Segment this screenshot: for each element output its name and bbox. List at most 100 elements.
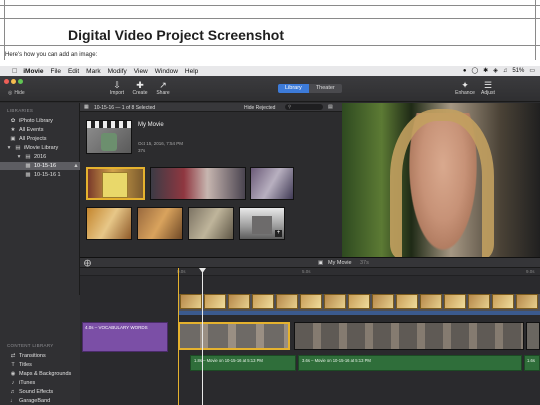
hide-rejected-menu[interactable]: Hide Rejected [244, 105, 275, 111]
tab-theater[interactable]: Theater [308, 84, 342, 93]
battery-icon[interactable]: ▭ [529, 67, 535, 74]
bluetooth-b-icon[interactable]: ✱ [483, 67, 488, 74]
sidebar-item-10-15-16[interactable]: ▩ 10-15-16 ▲ [0, 162, 80, 170]
menu-file[interactable]: File [50, 68, 60, 75]
wifi-icon[interactable]: ◈ [493, 67, 498, 74]
status-icons: ● ◯ ✱ ◈ ♫ 51% ▭ [463, 67, 535, 75]
menu-help[interactable]: Help [185, 68, 198, 75]
grid-icon[interactable]: ▦ [84, 104, 89, 110]
clock-icon[interactable]: ◯ [471, 67, 478, 74]
cutaway-frame[interactable] [276, 294, 298, 309]
clip-thumbnail[interactable]: + [239, 207, 285, 240]
menu-mark[interactable]: Mark [86, 68, 100, 75]
selected-video-clip[interactable] [178, 322, 290, 350]
cutaway-frame[interactable] [252, 294, 274, 309]
sliders-icon: ☰ [483, 80, 493, 90]
selection-status: 10-15-16 — 1 of 8 Selected [94, 105, 156, 111]
adjust-button[interactable]: ☰ Adjust [477, 80, 499, 96]
enhance-button[interactable]: ✦ Enhance [454, 80, 476, 96]
cutaway-frame[interactable] [492, 294, 514, 309]
create-button[interactable]: ✚ Create [129, 80, 151, 96]
audio-clip[interactable]: 1.6s [524, 355, 540, 371]
import-arrow-icon: ⇩ [113, 80, 121, 90]
sidebar-item-all-events[interactable]: ★ All Events [10, 126, 44, 134]
clip-thumbnail[interactable] [250, 167, 294, 200]
content-item-label: Titles [19, 362, 32, 368]
content-item-itunes[interactable]: ♪ iTunes [10, 379, 36, 387]
volume-icon[interactable]: ♫ [503, 68, 508, 74]
clip-thumbnail[interactable] [86, 167, 145, 200]
title-clip[interactable]: 4.0s – VOCABULARY WORDS [82, 322, 168, 352]
cutaway-frame[interactable] [228, 294, 250, 309]
content-item-garageband[interactable]: ♩ GarageBand [10, 397, 50, 405]
audio-clip[interactable]: 1.8s – Movie on 10-15-16 at 5:13 PM [190, 355, 296, 371]
menu-view[interactable]: View [134, 68, 148, 75]
cutaway-frame[interactable] [180, 294, 202, 309]
share-button[interactable]: ↗ Share [152, 80, 174, 96]
minimize-window-button[interactable] [11, 79, 16, 84]
clip-thumbnail[interactable] [150, 167, 246, 200]
clip-thumbnail[interactable] [86, 207, 132, 240]
tab-library[interactable]: Library [278, 84, 309, 93]
menu-app-name[interactable]: iMovie [23, 68, 43, 75]
content-item-label: Maps & Backgrounds [19, 371, 72, 377]
playhead[interactable] [202, 268, 203, 405]
add-clip-icon[interactable]: + [275, 230, 282, 237]
star-icon: ★ [10, 127, 16, 133]
cutaway-frame[interactable] [204, 294, 226, 309]
search-field[interactable]: ⚲ [285, 104, 323, 110]
cutaway-frame[interactable] [468, 294, 490, 309]
apple-icon[interactable]:  [12, 68, 17, 75]
sidebar-item-imovie-library[interactable]: ▾ ▤ iMovie Library [6, 144, 59, 152]
content-item-transitions[interactable]: ⇄ Transitions [10, 352, 46, 360]
close-window-button[interactable] [4, 79, 9, 84]
filmstrip-settings-icon[interactable]: ▤ [328, 104, 333, 110]
thumbnail-hand [101, 133, 117, 151]
divider [0, 45, 540, 46]
project-title-icon: ▣ [318, 260, 324, 266]
cutaway-audio-bar [178, 311, 540, 315]
ruler-tick-label: 9.0s [526, 269, 535, 274]
adjust-label: Adjust [481, 90, 495, 96]
project-name[interactable]: My Movie [138, 122, 164, 128]
title-clip-label: 4.0s – VOCABULARY WORDS [85, 325, 148, 330]
menu-modify[interactable]: Modify [108, 68, 127, 75]
sidebar-item-label: iPhoto Library [19, 118, 53, 124]
menu-edit[interactable]: Edit [68, 68, 79, 75]
close-project-icon[interactable]: ⨁ [84, 259, 91, 267]
zoom-window-button[interactable] [18, 79, 23, 84]
cutaway-frame[interactable] [300, 294, 322, 309]
hide-button[interactable]: ◎ Hide [8, 90, 25, 96]
cutaway-frame[interactable] [444, 294, 466, 309]
menu-window[interactable]: Window [155, 68, 178, 75]
clip-thumbnail[interactable] [188, 207, 234, 240]
video-clip[interactable] [294, 322, 524, 350]
audio-clip[interactable]: 3.6s – Movie on 10-15-16 at 5:13 PM [298, 355, 522, 371]
library-icon: ▤ [15, 145, 21, 151]
cutaway-frame[interactable] [420, 294, 442, 309]
clip-thumbnail[interactable] [137, 207, 183, 240]
content-item-titles[interactable]: T Titles [10, 361, 32, 369]
bluetooth-icon[interactable]: ● [463, 68, 467, 74]
magic-wand-icon: ✦ [461, 80, 469, 90]
import-button[interactable]: ⇩ Import [106, 80, 128, 96]
project-thumbnail[interactable] [86, 120, 132, 154]
sidebar-item-all-projects[interactable]: ▣ All Projects [10, 135, 46, 143]
cutaway-frame[interactable] [396, 294, 418, 309]
cutaway-frame[interactable] [324, 294, 346, 309]
video-clip[interactable] [526, 322, 540, 350]
content-item-sound-effects[interactable]: ♬ Sound Effects [10, 388, 53, 396]
disclosure-down-icon: ▾ [7, 145, 11, 151]
sidebar-item-iphoto[interactable]: ✿ iPhoto Library [10, 117, 53, 125]
cutaway-frame[interactable] [372, 294, 394, 309]
eject-icon[interactable]: ▲ [73, 163, 79, 169]
enhance-label: Enhance [455, 90, 475, 96]
content-item-maps[interactable]: ◉ Maps & Backgrounds [10, 370, 72, 378]
cutaway-frame[interactable] [516, 294, 538, 309]
film-icon: ▣ [10, 136, 16, 142]
cutaway-frame[interactable] [348, 294, 370, 309]
imovie-screenshot:  iMovie File Edit Mark Modify View Wind… [0, 66, 540, 405]
sidebar-item-10-15-16-1[interactable]: ▩ 10-15-16 1 [25, 171, 60, 179]
audio-clip-label: 1.8s – Movie on 10-15-16 at 5:13 PM [194, 358, 263, 363]
sidebar-item-2016[interactable]: ▾ ▤ 2016 [16, 153, 47, 161]
